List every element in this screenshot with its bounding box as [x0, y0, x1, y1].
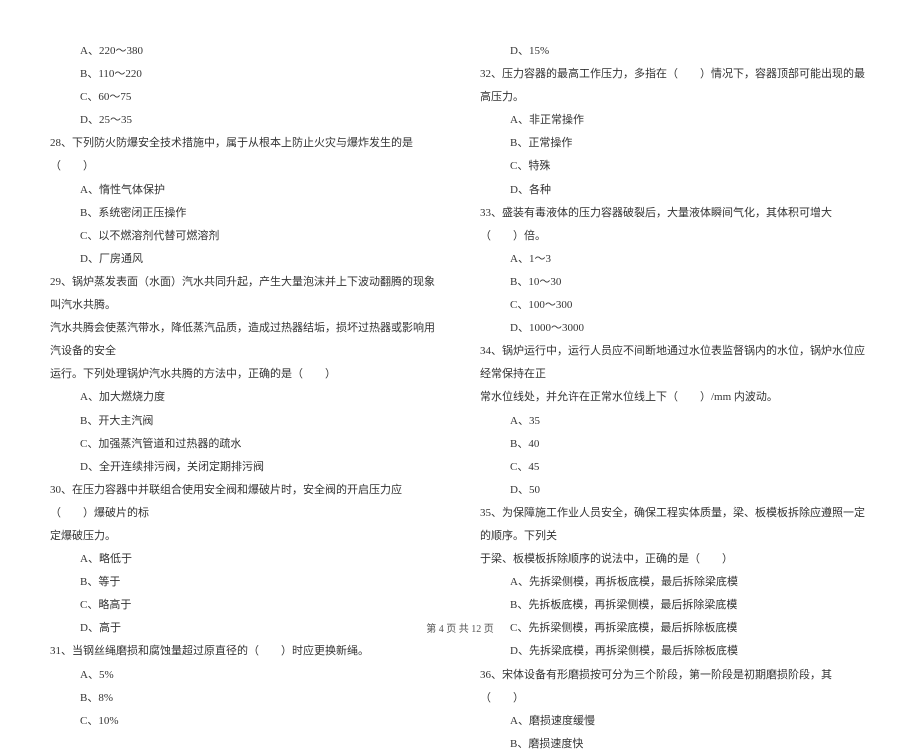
question-35-cont: 于梁、板模板拆除顺序的说法中，正确的是（ ）: [480, 548, 870, 571]
question-36: 36、宋体设备有形磨损按可分为三个阶段，第一阶段是初期磨损阶段，其（ ）: [480, 664, 870, 710]
option: D、1000～3000: [480, 317, 870, 340]
option: A、5%: [50, 664, 440, 687]
option: C、略高于: [50, 594, 440, 617]
option: D、25～35: [50, 109, 440, 132]
question-28: 28、下列防火防爆安全技术措施中，属于从根本上防止火灾与爆炸发生的是（ ）: [50, 132, 440, 178]
content-columns: A、220～380 B、110～220 C、60～75 D、25～35 28、下…: [50, 40, 870, 756]
option: D、50: [480, 479, 870, 502]
option: B、10～30: [480, 271, 870, 294]
question-30: 30、在压力容器中并联组合使用安全阀和爆破片时，安全阀的开启压力应（ ）爆破片的…: [50, 479, 440, 525]
option: B、磨损速度快: [480, 733, 870, 756]
option: D、各种: [480, 179, 870, 202]
option: C、以不燃溶剂代替可燃溶剂: [50, 225, 440, 248]
question-29-cont: 汽水共腾会使蒸汽带水，降低蒸汽品质，造成过热器结垢，损坏过热器或影响用汽设备的安…: [50, 317, 440, 363]
question-29: 29、锅炉蒸发表面（水面）汽水共同升起，产生大量泡沫并上下波动翻腾的现象叫汽水共…: [50, 271, 440, 317]
option: B、40: [480, 433, 870, 456]
option: D、厂房通风: [50, 248, 440, 271]
option: B、8%: [50, 687, 440, 710]
option: C、10%: [50, 710, 440, 733]
option: D、15%: [480, 40, 870, 63]
left-column: A、220～380 B、110～220 C、60～75 D、25～35 28、下…: [50, 40, 440, 756]
option: C、45: [480, 456, 870, 479]
option: A、220～380: [50, 40, 440, 63]
option: D、先拆梁底模，再拆梁侧模，最后拆除板底模: [480, 640, 870, 663]
question-31: 31、当钢丝绳磨损和腐蚀量超过原直径的（ ）时应更换新绳。: [50, 640, 440, 663]
option: B、110～220: [50, 63, 440, 86]
question-34: 34、锅炉运行中，运行人员应不间断地通过水位表监督锅内的水位，锅炉水位应经常保持…: [480, 340, 870, 386]
option: A、先拆梁侧模，再拆板底模，最后拆除梁底模: [480, 571, 870, 594]
option: B、开大主汽阀: [50, 410, 440, 433]
option: C、60～75: [50, 86, 440, 109]
option: C、加强蒸汽管道和过热器的疏水: [50, 433, 440, 456]
option: A、非正常操作: [480, 109, 870, 132]
question-30-cont: 定爆破压力。: [50, 525, 440, 548]
option: D、全开连续排污阀，关闭定期排污阀: [50, 456, 440, 479]
question-34-cont: 常水位线处，并允许在正常水位线上下（ ）/mm 内波动。: [480, 386, 870, 409]
option: B、等于: [50, 571, 440, 594]
option: B、先拆板底模，再拆梁侧模，最后拆除梁底模: [480, 594, 870, 617]
right-column: D、15% 32、压力容器的最高工作压力，多指在（ ）情况下，容器顶部可能出现的…: [480, 40, 870, 756]
question-29-cont: 运行。下列处理锅炉汽水共腾的方法中，正确的是（ ）: [50, 363, 440, 386]
option: A、加大燃烧力度: [50, 386, 440, 409]
option: A、磨损速度缓慢: [480, 710, 870, 733]
option: A、35: [480, 410, 870, 433]
option: B、系统密闭正压操作: [50, 202, 440, 225]
option: C、100～300: [480, 294, 870, 317]
option: A、1～3: [480, 248, 870, 271]
question-32: 32、压力容器的最高工作压力，多指在（ ）情况下，容器顶部可能出现的最高压力。: [480, 63, 870, 109]
question-35: 35、为保障施工作业人员安全，确保工程实体质量，梁、板模板拆除应遵照一定的顺序。…: [480, 502, 870, 548]
option: A、略低于: [50, 548, 440, 571]
question-33: 33、盛装有毒液体的压力容器破裂后，大量液体瞬间气化，其体积可增大（ ）倍。: [480, 202, 870, 248]
option: B、正常操作: [480, 132, 870, 155]
page-footer: 第 4 页 共 12 页: [0, 620, 920, 635]
option: C、特殊: [480, 155, 870, 178]
option: A、惰性气体保护: [50, 179, 440, 202]
